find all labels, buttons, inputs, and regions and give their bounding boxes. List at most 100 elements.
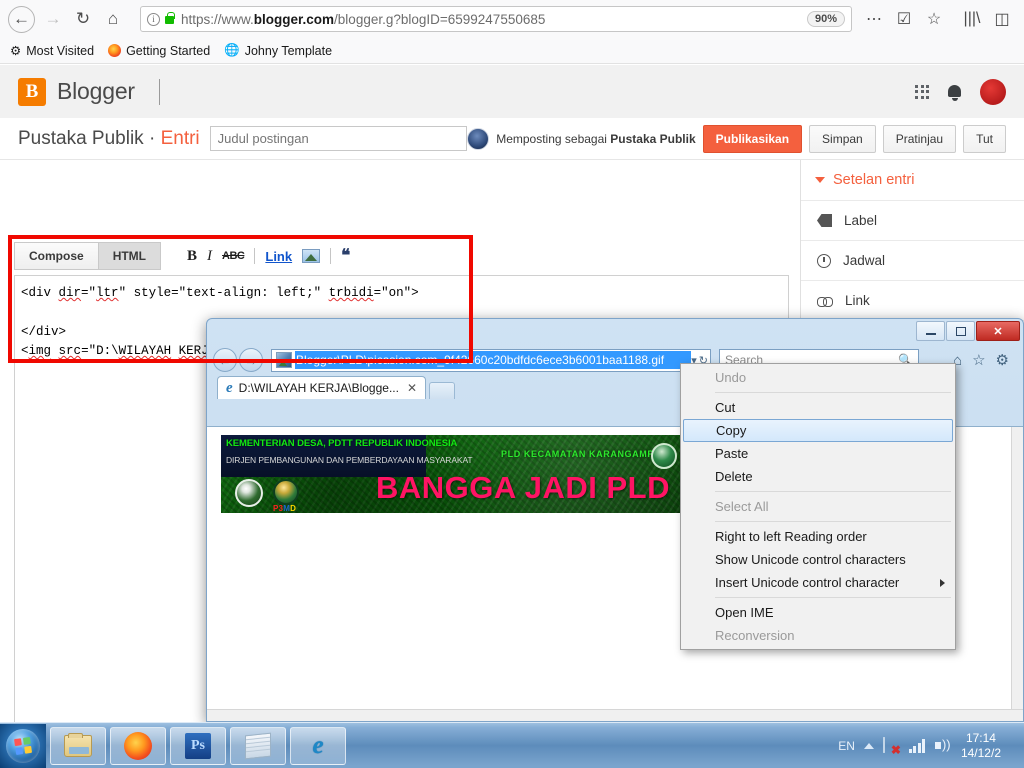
taskbar-item-photoshop[interactable]: Ps: [170, 726, 226, 765]
language-indicator[interactable]: EN: [838, 739, 855, 753]
firefox-icon: [124, 731, 152, 760]
forward-button[interactable]: →: [38, 4, 68, 34]
p3md-d: D: [290, 504, 297, 513]
bookmark-label: Most Visited: [26, 43, 95, 58]
library-icon[interactable]: |||\: [958, 5, 986, 33]
menu-item-delete[interactable]: Delete: [681, 465, 955, 488]
tab-html[interactable]: HTML: [98, 242, 162, 270]
save-button[interactable]: Simpan: [809, 124, 876, 153]
blogger-logo-icon[interactable]: B: [18, 77, 46, 106]
menu-item-label: Insert Unicode control character: [715, 575, 900, 590]
home-button[interactable]: ⌂: [98, 4, 128, 34]
editor-mode-tabs: Compose HTML B I ABC Link ❝: [14, 242, 350, 270]
taskbar-item-firefox[interactable]: [110, 726, 166, 765]
start-button[interactable]: [0, 723, 46, 768]
post-title-input[interactable]: [209, 126, 468, 151]
banner-image: KEMENTERIAN DESA, PDTT REPUBLIK INDONESI…: [221, 435, 726, 513]
maximize-button[interactable]: [946, 321, 975, 341]
breadcrumb-section: Entri: [160, 127, 200, 149]
post-toolbar: Pustaka Publik · Entri Memposting sebaga…: [0, 118, 1024, 160]
sidebar-item-label[interactable]: Label: [801, 201, 1024, 241]
menu-item-select-all: Select All: [715, 499, 769, 514]
ie-forward-button[interactable]: →: [239, 348, 263, 372]
submenu-arrow-icon: [940, 578, 945, 587]
bookmark-getting-started[interactable]: Getting Started: [108, 44, 210, 58]
menu-item-cut[interactable]: Cut: [681, 396, 955, 419]
menu-item-insert-unicode-control-character[interactable]: Insert Unicode control character: [681, 571, 955, 594]
favorites-star-icon[interactable]: ☆: [972, 351, 985, 369]
tools-gear-icon[interactable]: ⚙: [996, 351, 1009, 369]
ie-title-bar[interactable]: ✕: [207, 319, 1023, 345]
link-button[interactable]: Link: [265, 249, 292, 264]
pocket-icon[interactable]: ☑: [890, 5, 918, 33]
url-prefix: https://www.: [181, 11, 254, 27]
code-line-1: <div dir="ltr" style="text-align: left;"…: [21, 286, 419, 300]
page-favicon: [276, 352, 292, 368]
posting-as-prefix: Memposting sebagai: [496, 131, 611, 146]
insert-image-icon[interactable]: [302, 249, 321, 263]
bookmark-most-visited[interactable]: ⚙ Most Visited: [10, 43, 95, 59]
preview-button[interactable]: Pratinjau: [882, 124, 957, 153]
menu-item-copy[interactable]: Copy: [683, 419, 953, 442]
notifications-bell-icon[interactable]: [947, 84, 962, 101]
apps-grid-icon[interactable]: [915, 84, 929, 99]
bookmark-star-icon[interactable]: ☆: [920, 5, 948, 33]
clock-time: 17:14: [965, 730, 996, 745]
sidebar-icon[interactable]: ◫: [988, 5, 1016, 33]
zoom-level-badge[interactable]: 90%: [806, 11, 845, 27]
publish-button[interactable]: Publikasikan: [702, 124, 803, 153]
close-button[interactable]: Tut: [963, 124, 1006, 153]
address-bar[interactable]: i https://www.blogger.com/blogger.g?blog…: [140, 6, 852, 32]
ie-address-text[interactable]: Blogger\PLD\picasion.com_9f42660c20bdfdc…: [295, 351, 692, 369]
clock[interactable]: 17:14 14/12/2: [961, 731, 1003, 761]
taskbar-item-notepad[interactable]: [230, 726, 286, 765]
italic-icon[interactable]: I: [207, 248, 212, 265]
menu-item-paste[interactable]: Paste: [681, 442, 955, 465]
network-signal-icon[interactable]: [908, 738, 926, 753]
blogger-wordmark[interactable]: Blogger: [57, 78, 135, 105]
tab-compose[interactable]: Compose: [14, 242, 99, 270]
breadcrumb-blog[interactable]: Pustaka Publik: [18, 128, 144, 149]
ie-address-bar[interactable]: Blogger\PLD\picasion.com_9f42660c20bdfdc…: [271, 348, 711, 372]
p3md-p: P3: [273, 504, 284, 513]
sidebar-item-link[interactable]: Link: [801, 281, 1024, 321]
bold-icon[interactable]: B: [187, 248, 197, 265]
ie-back-button[interactable]: ←: [213, 348, 237, 372]
reload-button[interactable]: ↻: [68, 4, 98, 34]
site-identity[interactable]: i: [147, 12, 175, 26]
menu-item-open-ime[interactable]: Open IME: [681, 601, 955, 624]
strikethrough-icon[interactable]: ABC: [222, 250, 245, 262]
blockquote-icon[interactable]: ❝: [341, 246, 350, 266]
horizontal-scrollbar[interactable]: [207, 709, 1023, 721]
avatar[interactable]: [980, 78, 1006, 105]
banner-line-1: KEMENTERIAN DESA, PDTT REPUBLIK INDONESI…: [226, 438, 458, 449]
menu-item-rtl-reading-order[interactable]: Right to left Reading order: [681, 525, 955, 548]
url-text: https://www.blogger.com/blogger.g?blogID…: [181, 12, 803, 27]
taskbar-item-file-explorer[interactable]: [50, 726, 106, 765]
firefox-right-icons: |||\ ◫: [958, 5, 1016, 33]
bookmark-johny-template[interactable]: 🌐 Johny Template: [224, 43, 332, 58]
menu-separator: [715, 597, 951, 598]
p3md-seal-icon: [273, 479, 299, 505]
back-button[interactable]: ←: [8, 5, 35, 33]
menu-separator: [715, 392, 951, 393]
taskbar-item-internet-explorer[interactable]: e: [290, 726, 346, 765]
show-hidden-icons-arrow[interactable]: [863, 742, 874, 749]
page-info-icon[interactable]: i: [147, 12, 160, 26]
menu-item-show-unicode-control-characters[interactable]: Show Unicode control characters: [681, 548, 955, 571]
sidebar-item-jadwal[interactable]: Jadwal: [801, 241, 1024, 281]
page-actions-icon[interactable]: ⋯: [860, 5, 888, 33]
header-divider: [158, 78, 160, 105]
minimize-button[interactable]: [916, 321, 945, 341]
context-menu[interactable]: Undo Cut Copy Paste Delete Select All Ri…: [680, 363, 956, 650]
blogger-header: B Blogger: [0, 65, 1024, 118]
ie-tab[interactable]: e D:\WILAYAH KERJA\Blogge... ✕: [217, 376, 427, 399]
action-center-flag-icon[interactable]: ✖: [882, 736, 901, 756]
vertical-scrollbar[interactable]: [1011, 427, 1023, 721]
settings-header[interactable]: Setelan entri: [801, 160, 1024, 201]
volume-icon[interactable]: [935, 737, 952, 753]
close-button[interactable]: ✕: [976, 321, 1020, 341]
new-tab-button[interactable]: [429, 382, 456, 399]
ie-toolbar-icons: ⌂ ☆ ⚙: [953, 351, 1017, 370]
close-icon[interactable]: ✕: [407, 381, 417, 395]
